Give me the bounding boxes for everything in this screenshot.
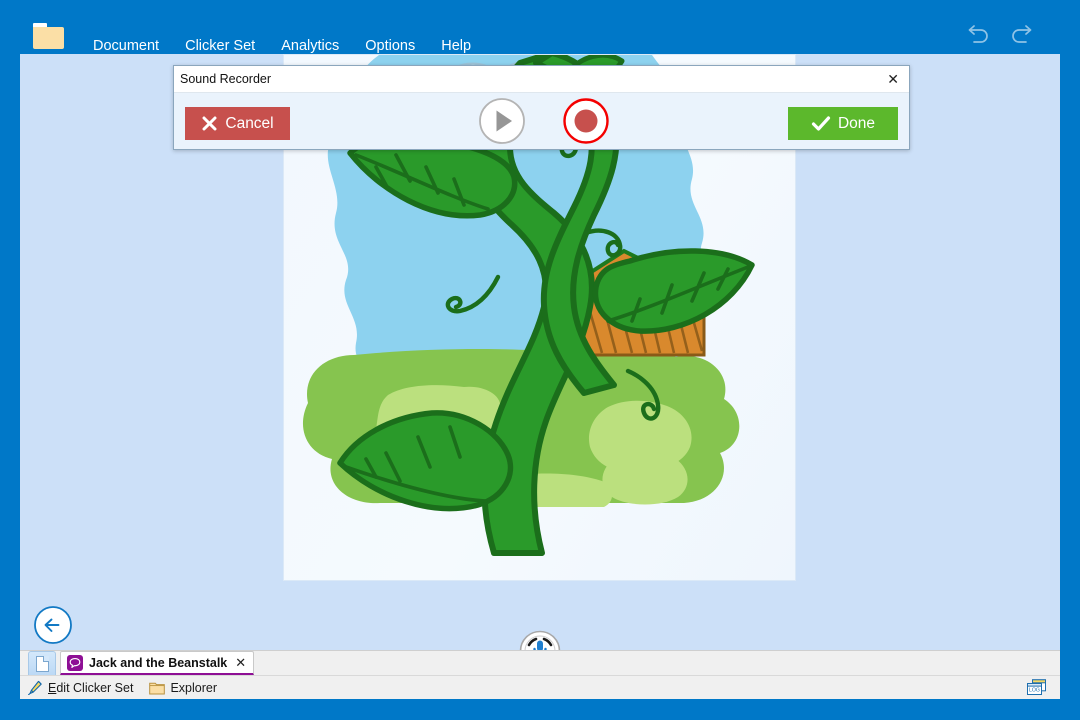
check-icon	[811, 116, 831, 131]
menubar: Document Clicker Set Analytics Options H…	[80, 36, 484, 56]
log-icon-text: LOG	[1029, 687, 1040, 693]
tab-label: Jack and the Beanstalk	[89, 655, 228, 670]
dialog-titlebar: Sound Recorder ✕	[174, 66, 909, 93]
tab-new-document[interactable]	[28, 651, 56, 675]
menu-item-help[interactable]: Help	[428, 36, 484, 56]
app-titlebar: Document Clicker Set Analytics Options H…	[0, 0, 1080, 54]
play-icon	[479, 98, 525, 144]
statusbar-label-explorer: Explorer	[170, 680, 217, 695]
menu-item-options[interactable]: Options	[352, 36, 428, 56]
tabstrip: Jack and the Beanstalk ✕	[20, 650, 1060, 675]
play-button[interactable]	[478, 97, 526, 145]
record-button[interactable]	[562, 97, 610, 145]
statusbar-label-edit-clicker-set: Edit Clicker Set	[48, 681, 133, 695]
window-edge-bottom	[0, 699, 1080, 720]
page-icon	[35, 655, 49, 672]
close-icon[interactable]: ✕	[885, 72, 901, 86]
undo-arrow-icon[interactable]	[968, 25, 992, 45]
folder-icon[interactable]	[33, 23, 67, 49]
cancel-button-label: Cancel	[225, 114, 274, 132]
cancel-button[interactable]: Cancel	[185, 107, 290, 140]
redo-arrow-icon[interactable]	[1008, 25, 1032, 45]
statusbar: Edit Clicker Set Explorer LOG	[20, 675, 1060, 699]
log-window-icon-svg: LOG	[1027, 679, 1046, 695]
menu-item-analytics[interactable]: Analytics	[268, 36, 352, 56]
speech-bubble-icon-svg	[69, 657, 81, 668]
close-icon[interactable]: ✕	[235, 656, 246, 669]
menu-item-document[interactable]: Document	[80, 36, 172, 56]
speech-bubble-icon	[67, 654, 83, 671]
menu-item-clicker-set[interactable]: Clicker Set	[172, 36, 268, 56]
tab-jack-and-the-beanstalk[interactable]: Jack and the Beanstalk ✕	[60, 651, 255, 675]
done-button-label: Done	[837, 114, 876, 132]
window-edge-right	[1060, 650, 1080, 699]
statusbar-label-rest: dit Clicker Set	[56, 680, 134, 695]
statusbar-item-edit-clicker-set[interactable]: Edit Clicker Set	[20, 680, 141, 695]
pencil-icon	[28, 680, 42, 695]
window-edge-left	[0, 650, 20, 699]
folder-icon	[149, 682, 166, 694]
dialog-title: Sound Recorder	[180, 72, 272, 86]
sound-recorder-dialog: Sound Recorder ✕ Cancel Done	[173, 65, 910, 150]
back-arrow-icon-svg	[34, 606, 72, 644]
done-button[interactable]: Done	[788, 107, 898, 140]
statusbar-item-explorer[interactable]: Explorer	[141, 681, 225, 695]
folder-icon-body	[33, 27, 64, 49]
back-arrow-icon[interactable]	[33, 605, 73, 645]
record-icon	[563, 98, 609, 144]
undo-redo-group	[968, 25, 1032, 45]
dialog-body: Cancel Done	[174, 93, 909, 149]
cross-icon	[202, 116, 217, 131]
